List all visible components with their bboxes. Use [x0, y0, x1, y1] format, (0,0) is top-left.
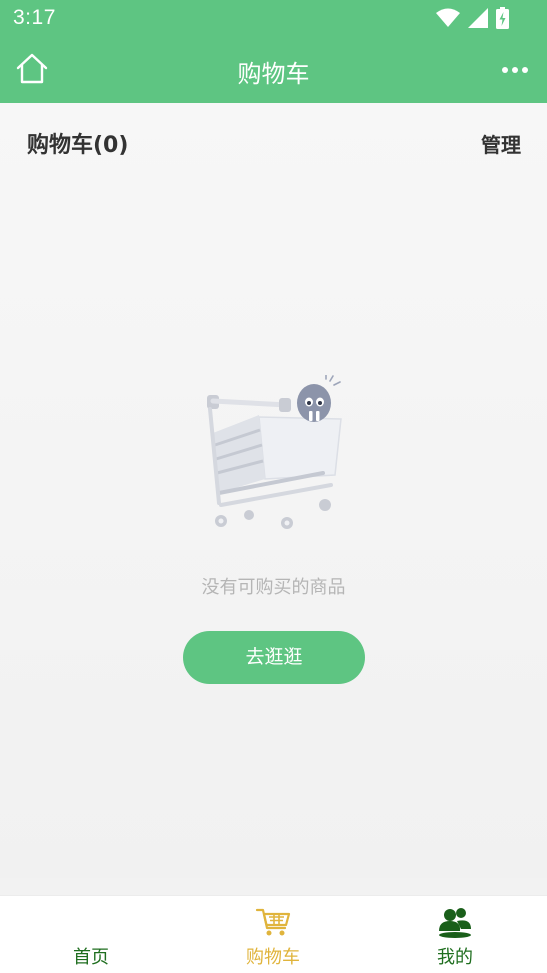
tab-me-label: 我的 [437, 947, 473, 968]
page-title: 购物车 [237, 60, 310, 88]
home-tab-icon [73, 906, 109, 938]
tab-home-label: 首页 [73, 947, 109, 968]
tab-home[interactable]: 首页 [0, 896, 182, 973]
tab-cart-label: 购物车 [246, 947, 300, 968]
empty-cart-message: 没有可购买的商品 [201, 577, 346, 598]
status-time: 3:17 [13, 6, 56, 29]
manage-button[interactable]: 管理 [481, 129, 521, 158]
status-icons [436, 7, 509, 29]
wifi-icon [436, 8, 460, 27]
status-bar: 3:17 [0, 0, 547, 38]
go-shopping-button[interactable]: 去逛逛 [183, 631, 365, 684]
app-header: 3:17 购物车 [0, 0, 547, 103]
tab-cart[interactable]: 购物车 [182, 896, 364, 973]
cart-content: 购物车(0) 管理 没有可购买的商品 去逛逛 [0, 103, 547, 878]
cart-icon [255, 908, 291, 936]
user-group-icon [439, 908, 471, 938]
battery-charging-icon [496, 7, 509, 29]
cart-header: 购物车(0) 管理 [0, 103, 547, 181]
signal-icon [468, 8, 488, 28]
bottom-tabbar: 首页 购物车 我的 [0, 895, 547, 973]
empty-cart-icon [207, 375, 342, 529]
cart-title: 购物车(0) [27, 133, 129, 158]
nav-bar: 购物车 [0, 38, 547, 103]
more-dots-icon[interactable] [501, 62, 529, 78]
tab-me[interactable]: 我的 [364, 896, 546, 973]
